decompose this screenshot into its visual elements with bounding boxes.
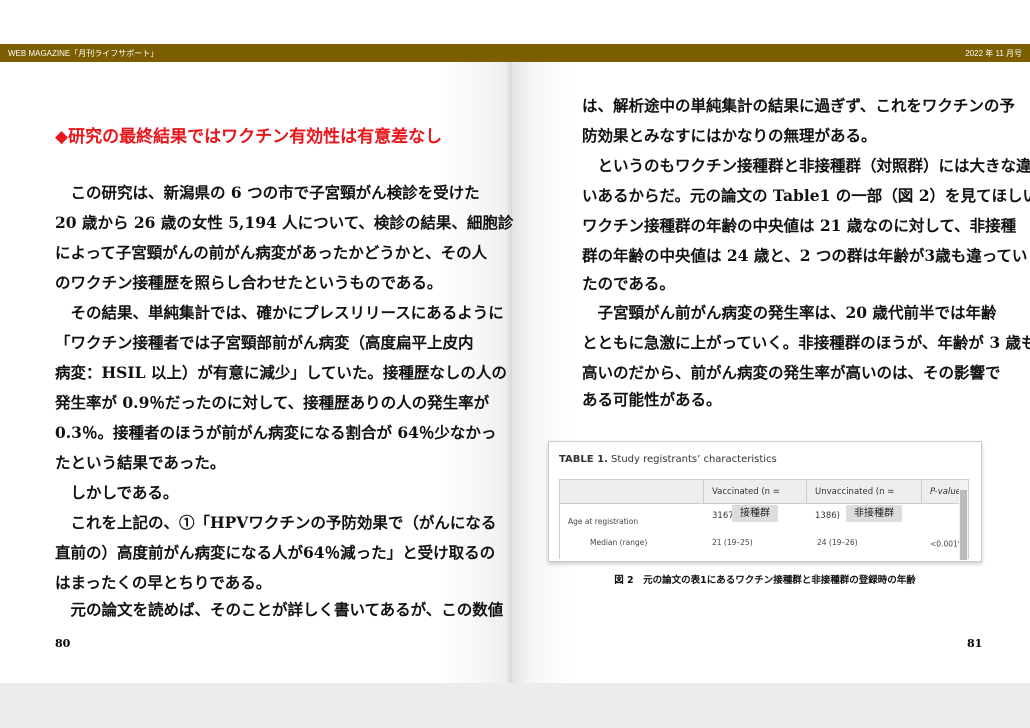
cell-unvaccinated: 24 (19–26) bbox=[817, 538, 858, 547]
data-table: Vaccinated (n = 3167) Unvaccinated (n = … bbox=[559, 479, 969, 560]
body-text-line: 病変：HSIL 以上）が有意に減少」していた。接種歴なしの人の bbox=[55, 363, 507, 382]
cell-p-value: <0.001a bbox=[930, 538, 962, 549]
body-text-line: 20 歳から 26 歳の女性 5,194 人について、検診の結果、細胞診 bbox=[55, 213, 514, 232]
cell-vaccinated: 21 (19–25) bbox=[712, 538, 753, 547]
body-text-line: は、解析途中の単純集計の結果に過ぎず、これをワクチンの予 bbox=[582, 96, 1015, 115]
body-text-line: いあるからだ。元の論文の Table1 の一部（図 2）を見てほしい。 bbox=[582, 186, 1030, 205]
body-text-line: 高いのだから、前がん病変の発生率が高いのは、その影響で bbox=[582, 363, 1001, 382]
figure-caption: 図 2 元の論文の表1にあるワクチン接種群と非接種群の登録時の年齢 bbox=[614, 575, 916, 586]
body-text-line: ワクチン接種群の年齢の中央値は 21 歳なのに対して、非接種 bbox=[582, 216, 1017, 235]
table-scrollbar[interactable] bbox=[959, 480, 968, 560]
figure-table-screenshot: TABLE 1. Study registrants’ characterist… bbox=[548, 441, 982, 562]
body-text-line: ある可能性がある。 bbox=[582, 390, 722, 409]
label-unvaccinated-group: 非接種群 bbox=[846, 505, 902, 522]
body-text-line: 0.3％。接種者のほうが前がん病変になる割合が 64％少なかっ bbox=[55, 423, 497, 442]
body-text-line: たという結果であった。 bbox=[55, 453, 226, 472]
body-text-line: のワクチン接種歴を照らし合わせたというものである。 bbox=[55, 273, 443, 292]
scrollbar-thumb[interactable] bbox=[960, 490, 967, 560]
row-group-label: Age at registration bbox=[568, 517, 639, 526]
body-text-line: 「ワクチン接種者では子宮頸部前がん病変（高度扁平上皮内 bbox=[55, 333, 474, 352]
table-title: TABLE 1. Study registrants’ characterist… bbox=[559, 454, 777, 465]
body-text-line: これを上記の、①「HPVワクチンの予防効果で（がんになる bbox=[70, 513, 497, 532]
row-label: Median (range) bbox=[590, 538, 648, 547]
body-text-line: その結果、単純集計では、確かにプレスリリースにあるように bbox=[70, 303, 504, 322]
label-vaccinated-group: 接種群 bbox=[732, 505, 778, 522]
magazine-title: WEB MAGAZINE「月刊ライフサポート」 bbox=[8, 48, 159, 58]
body-text-line: 防効果とみなすにはかなりの無理がある。 bbox=[582, 126, 877, 145]
body-text-line: によって子宮頸がんの前がん病変があったかどうかと、その人 bbox=[55, 243, 488, 262]
body-text-line: この研究は、新潟県の 6 つの市で子宮頸がん検診を受けた bbox=[70, 183, 480, 202]
body-text-line: というのもワクチン接種群と非接種群（対照群）には大きな違 bbox=[597, 156, 1030, 175]
table-header: Vaccinated (n = 3167) Unvaccinated (n = … bbox=[560, 480, 968, 521]
col-vaccinated: Vaccinated (n = 3167) bbox=[703, 480, 806, 521]
issue-date: 2022 年 11 月号 bbox=[965, 48, 1022, 58]
magazine-header-bar: WEB MAGAZINE「月刊ライフサポート」 2022 年 11 月号 bbox=[0, 44, 1030, 62]
page-number-right: 81 bbox=[967, 637, 983, 650]
body-text-line: はまったくの早とちりである。 bbox=[55, 573, 272, 592]
section-heading: ◆研究の最終結果ではワクチン有効性は有意差なし bbox=[55, 127, 443, 147]
p-value: <0.001 bbox=[930, 539, 958, 549]
body-text-line: 元の論文を読めば、そのことが詳しく書いてあるが、この数値 bbox=[70, 600, 504, 619]
body-text-line: 子宮頸がん前がん病変の発生率は、20 歳代前半では年齢 bbox=[597, 303, 997, 322]
body-text-line: 直前の）高度前がん病変になる人が64％減った」と受け取るの bbox=[55, 543, 496, 562]
body-text-line: たのである。 bbox=[582, 274, 675, 293]
col-unvaccinated: Unvaccinated (n = 1386) bbox=[806, 480, 921, 521]
col-p-value: P-value bbox=[921, 480, 961, 504]
table-label: TABLE 1. bbox=[559, 454, 608, 465]
page-number-left: 80 bbox=[55, 637, 71, 650]
body-text-line: とともに急激に上がっていく。非接種群のほうが、年齢が 3 歳も bbox=[582, 333, 1030, 352]
body-text-line: 群の年齢の中央値は 24 歳と、2 つの群は年齢が3歳も違ってい bbox=[582, 246, 1028, 265]
body-text-line: 発生率が 0.9％だったのに対して、接種歴ありの人の発生率が bbox=[55, 393, 490, 412]
body-text-line: しかしである。 bbox=[70, 483, 179, 502]
table-title-text: Study registrants’ characteristics bbox=[611, 454, 777, 465]
bottom-margin bbox=[0, 683, 1030, 728]
